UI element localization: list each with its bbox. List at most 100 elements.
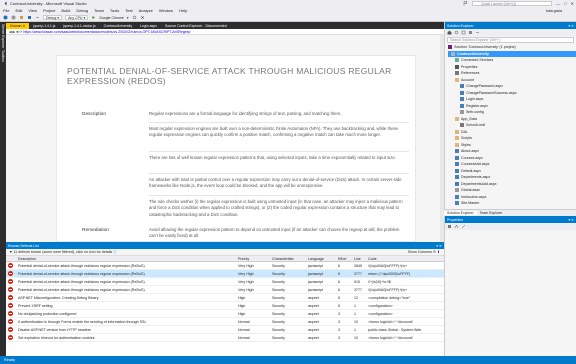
- tab-solution-explorer[interactable]: Solution Explorer: [444, 211, 477, 215]
- menu-item-help[interactable]: Help: [179, 8, 187, 13]
- configuration-select[interactable]: Debug ▾: [43, 15, 63, 20]
- cell-description: Disable ASP.NET version from HTTP header…: [18, 327, 91, 332]
- alphabetical-icon[interactable]: [454, 224, 459, 229]
- error-icon: [8, 294, 13, 300]
- run-dropdown-icon[interactable]: ▾: [127, 16, 129, 20]
- master-file-icon: [455, 201, 459, 206]
- toolbox-tab[interactable]: Toolbox: [1, 50, 5, 62]
- properties-panel: Properties ▾ ✕: [444, 216, 576, 356]
- menu-item-file[interactable]: File: [3, 8, 9, 13]
- menu-item-edit[interactable]: Edit: [15, 8, 22, 13]
- column-code[interactable]: Code: [366, 257, 444, 261]
- solution-tree: Solution 'ContosoUniversity' (1 project)…: [445, 44, 576, 207]
- flag-icon[interactable]: [463, 1, 468, 6]
- cell-code: return (?:\s|u0000|\uFFFF): [368, 271, 411, 276]
- menu-bar: File Edit View Project Build Debug Team …: [0, 7, 576, 14]
- server-explorer-tab[interactable]: Server Explorer: [1, 24, 5, 48]
- table-row[interactable]: ASP.NET Misconfiguration: Creating Debug…: [6, 294, 444, 302]
- pin-icon[interactable]: ▾ ✕: [568, 24, 574, 28]
- play-icon[interactable]: [91, 15, 96, 20]
- properties-close-icon[interactable]: ▾ ✕: [568, 218, 574, 222]
- cell-effort: 3: [338, 335, 340, 340]
- menu-item-test[interactable]: Test: [125, 8, 132, 13]
- categorized-icon[interactable]: [447, 224, 452, 229]
- undo-icon[interactable]: [35, 15, 40, 20]
- minimize-button[interactable]: —: [556, 1, 560, 6]
- cell-characteristic: Security: [272, 279, 285, 284]
- table-row[interactable]: If authentication is through Forms enabl…: [6, 318, 444, 326]
- cell-priority: Normal: [238, 335, 250, 340]
- aspx-file-icon: [455, 155, 459, 160]
- refresh-icon[interactable]: ⟳: [433, 250, 436, 254]
- window-title: ContosoUniversity - Microsoft Visual Stu…: [10, 1, 87, 6]
- quick-launch-input[interactable]: Quick Launch (Ctrl+Q): [472, 1, 553, 6]
- column-description[interactable]: Description: [16, 257, 236, 261]
- menu-item-team[interactable]: Team: [94, 8, 104, 13]
- cell-effort: 5: [338, 295, 340, 300]
- tab-team-explorer[interactable]: Team Explorer: [477, 211, 506, 215]
- error-icon: [8, 326, 13, 332]
- menu-item-window[interactable]: Window: [159, 8, 173, 13]
- forward-icon[interactable]: [11, 15, 16, 20]
- platform-select[interactable]: Any CPU ▾: [65, 15, 89, 20]
- sync-icon[interactable]: [454, 30, 459, 35]
- cell-description: Potential denial-of-service attack throu…: [18, 279, 145, 284]
- refresh-icon[interactable]: [132, 15, 137, 20]
- info-icon[interactable]: ⓘ: [113, 250, 117, 254]
- cell-priority: Normal: [238, 319, 250, 324]
- menu-item-debug[interactable]: Debug: [76, 8, 88, 13]
- kiuwan-icon[interactable]: [140, 15, 145, 20]
- cell-language: javascript: [308, 271, 324, 276]
- table-row[interactable]: Potential denial-of-service attack throu…: [6, 286, 444, 294]
- menu-item-build[interactable]: Build: [61, 8, 70, 13]
- tree-item-site-master[interactable]: Site.Master: [448, 200, 576, 207]
- table-row[interactable]: Prevent XSRF setting High Security aspnet 5 1…: [6, 302, 444, 310]
- status-text: Ready: [4, 358, 15, 362]
- menu-item-analyze[interactable]: Analyze: [139, 8, 153, 13]
- collapse-all-icon[interactable]: [461, 30, 466, 35]
- description-paragraph-4: An attacker with total or partial contro…: [149, 173, 409, 190]
- column-priority[interactable]: Priority: [236, 257, 270, 261]
- user-name[interactable]: bala.gavia: [546, 9, 562, 13]
- filter-status: ▼ 11 defects shown (some were filtered),…: [9, 249, 117, 254]
- aspx-file-icon: [455, 168, 459, 173]
- url-field[interactable]: https://www.kiuwan.com/saas/web/document…: [23, 30, 190, 34]
- cell-characteristic: Security: [272, 327, 285, 332]
- properties-toolbar: [445, 223, 576, 230]
- menu-item-project[interactable]: Project: [43, 8, 55, 13]
- close-button[interactable]: ✕: [571, 1, 574, 6]
- export-icon[interactable]: ⬇: [437, 250, 440, 254]
- cell-priority: Very High: [238, 271, 254, 276]
- filter-icon[interactable]: ▼: [9, 250, 13, 254]
- save-icon[interactable]: [27, 15, 32, 20]
- column-line[interactable]: Line: [352, 257, 366, 261]
- table-row[interactable]: Potential denial-of-service attack throu…: [6, 270, 444, 278]
- table-row[interactable]: Set expiration timeout for authenticatio…: [6, 334, 444, 342]
- maximize-button[interactable]: □: [564, 1, 566, 6]
- menu-item-tools[interactable]: Tools: [110, 8, 119, 13]
- aspx-file-icon: [455, 175, 459, 180]
- column-language[interactable]: Language: [306, 257, 336, 261]
- status-bar: Ready: [0, 356, 576, 364]
- back-icon[interactable]: [3, 15, 8, 20]
- column-characteristic[interactable]: Characteristic: [270, 257, 306, 261]
- wrench-icon[interactable]: [461, 224, 466, 229]
- new-project-icon[interactable]: [19, 15, 24, 20]
- cell-effort: 3: [338, 327, 340, 332]
- cell-code: <configuration>: [368, 311, 393, 316]
- properties-icon[interactable]: [475, 30, 480, 35]
- home-icon[interactable]: [447, 30, 452, 35]
- table-row[interactable]: Potential denial-of-service attack throu…: [6, 278, 444, 286]
- run-target-button[interactable]: Google Chrome: [99, 16, 124, 20]
- menu-item-view[interactable]: View: [28, 8, 37, 13]
- table-row[interactable]: No clickjacking protection configured Hig…: [6, 310, 444, 318]
- table-row[interactable]: Disable ASP.NET version from HTTP header…: [6, 326, 444, 334]
- error-icon-cell: [6, 302, 16, 309]
- browser-back-icon[interactable]: ◀ ▶ ■ ⟳: [9, 30, 23, 34]
- show-all-files-icon[interactable]: [468, 30, 473, 35]
- defects-close-icon[interactable]: ▾ ✕: [436, 244, 442, 248]
- column-effort[interactable]: Effort: [336, 257, 352, 261]
- show-columns-button[interactable]: Show Columns ⟳ ⬇: [408, 250, 440, 254]
- table-row[interactable]: Potential denial-of-service attack throu…: [6, 262, 444, 270]
- solution-search-input[interactable]: Search Solution Explorer (Ctrl+;): [447, 37, 574, 43]
